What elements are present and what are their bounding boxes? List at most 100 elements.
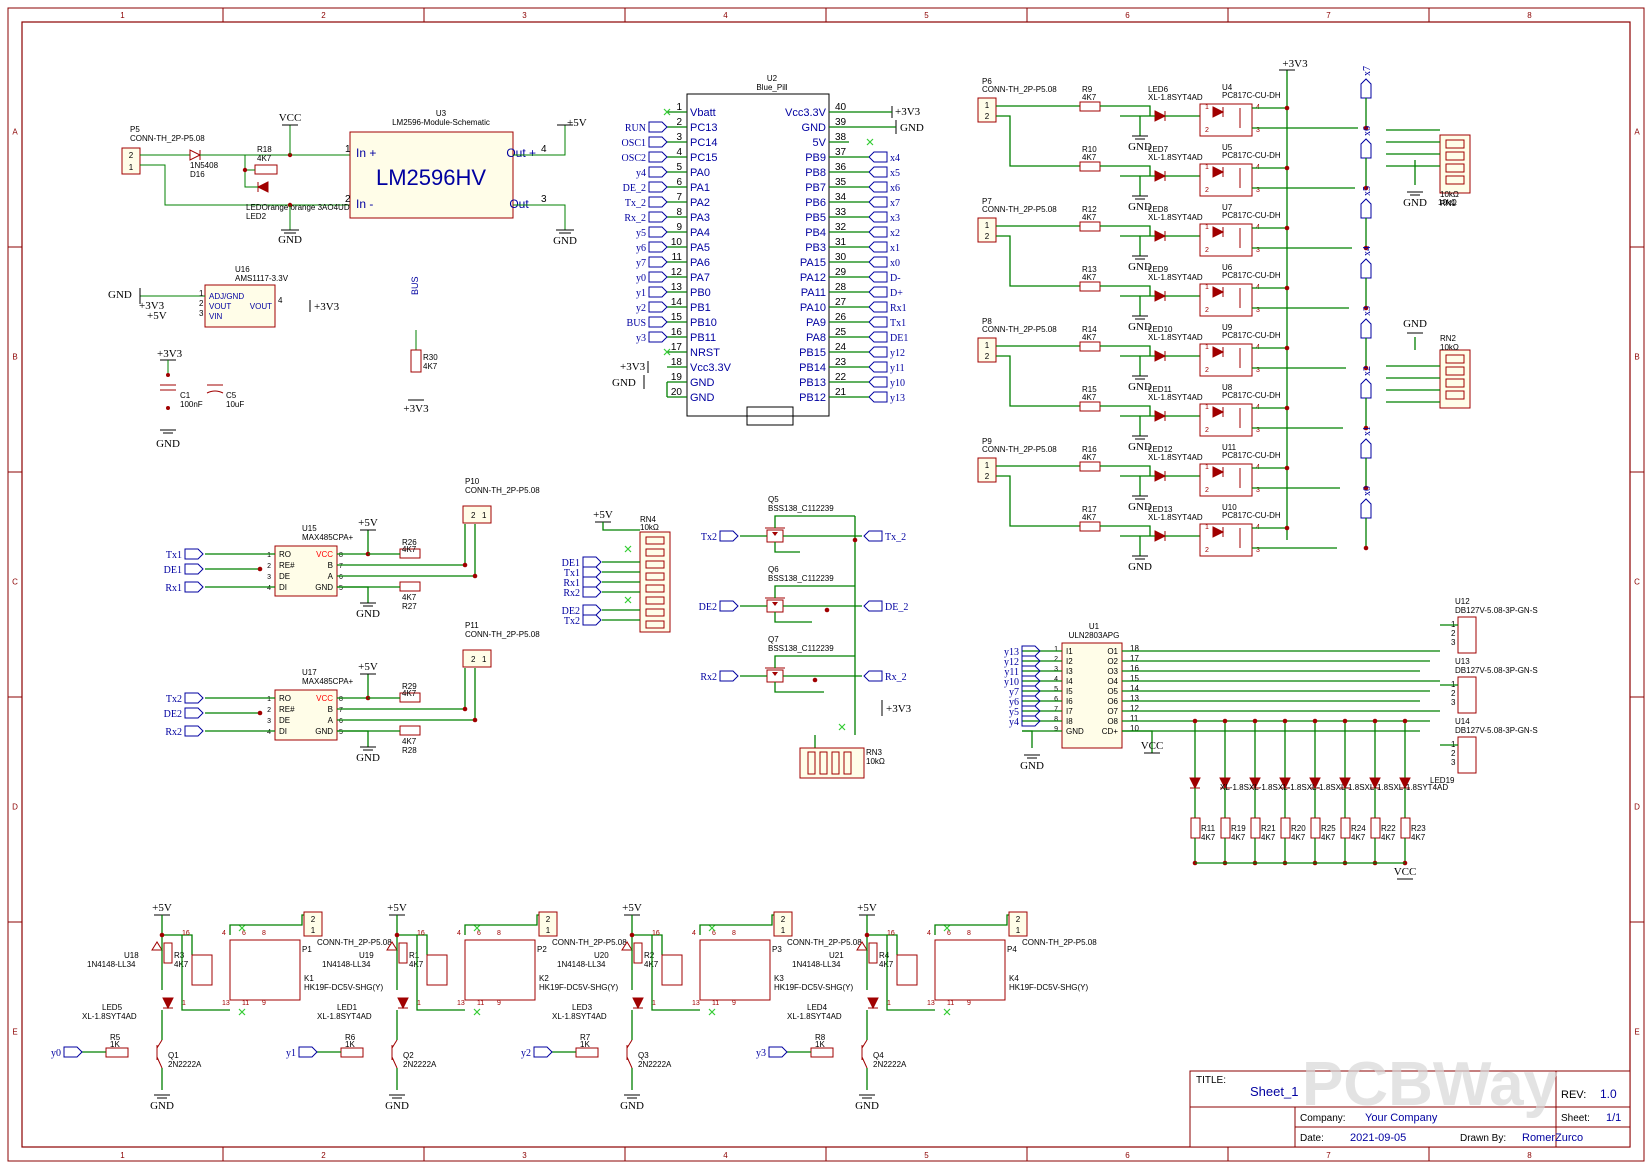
transistor-ref: Q1 [168, 1051, 179, 1060]
resistor-body [1190, 817, 1201, 839]
wire [1100, 285, 1151, 296]
rn4-net-Rx2: Rx2 [563, 588, 580, 599]
shifter-net-b: Tx_2 [885, 532, 906, 543]
opto-pin: 1 [1205, 284, 1209, 291]
frame-col-label: 8 [1527, 11, 1532, 20]
relay-conn-name: CONN-TH_2P-P5.08 [1022, 938, 1097, 947]
uln-pin-right: O7 [1107, 707, 1118, 716]
relay-led-name: XL-1.8SYT4AD [82, 1012, 137, 1021]
gnd-rn2: GND [1403, 318, 1427, 330]
gnd-relay: GND [855, 1100, 879, 1112]
out-res-ref: R19 [1231, 824, 1246, 833]
wire [1022, 730, 1033, 748]
out-res-val: 4K7 [1321, 833, 1336, 842]
relay-pin: 11 [242, 1000, 249, 1007]
bp-net-y3: y3 [636, 333, 646, 344]
junction-dot [462, 706, 468, 712]
max485-pin-num: 5 [339, 729, 343, 736]
bp-pin-left-3: PC14 [690, 137, 718, 149]
relay-driver-K4: +5VU211N4148-LL34R44K7LED4XL-1.8SYT4AD86… [756, 902, 1097, 1112]
terminal-pin: 2 [1451, 629, 1456, 638]
u16-p2: 2 [199, 299, 204, 308]
max485-pin-num: 4 [267, 729, 271, 736]
frame-col-label: 3 [522, 1151, 527, 1160]
bp-gnd-net: GND [900, 122, 924, 134]
junction-dot [257, 566, 263, 572]
frame-col-label: 2 [321, 11, 326, 20]
net-port [768, 1046, 788, 1058]
p5-name: CONN-TH_2P-P5.08 [130, 134, 205, 143]
net-port [648, 256, 668, 268]
bp-pin-num: 16 [671, 327, 683, 338]
max485-pin-num: 2 [267, 707, 271, 714]
connector-pin: 1 [985, 461, 990, 470]
bp-net-y4: y4 [636, 168, 646, 179]
u3-ref: U3 [436, 109, 447, 118]
input-x-net: x3 [1362, 306, 1373, 316]
resistor-body [1250, 817, 1261, 839]
led-symbol [1212, 526, 1225, 538]
max485-pin-left: DE [279, 716, 290, 725]
relay-led-ref: LED5 [102, 1003, 123, 1012]
led-symbol [1154, 530, 1167, 542]
net-port [648, 316, 668, 328]
in-minus: In - [356, 197, 373, 211]
u2-name: Blue_Pill [756, 83, 787, 92]
max485-pin-left: RE# [279, 705, 295, 714]
c1-val: 100nF [180, 400, 203, 409]
bp-pin-right-35: PB7 [805, 182, 826, 194]
net-port [648, 181, 668, 193]
led-symbol [1154, 110, 1167, 122]
rs485-conn-name: CONN-TH_2P-P5.08 [465, 630, 540, 639]
bp-pin-num: 35 [835, 177, 847, 188]
mosfet-name: BSS138_C112239 [768, 574, 834, 583]
resistor-body [1079, 521, 1101, 532]
bp-pin-left-10: PA5 [690, 242, 710, 254]
frame-col-label: 1 [120, 1151, 125, 1160]
wire [1100, 405, 1151, 416]
input-conn-name: CONN-TH_2P-P5.08 [982, 445, 1057, 454]
bp-pin-right-25: PA8 [806, 332, 826, 344]
rs485-conn-ref: P11 [465, 621, 479, 630]
net-port [298, 1046, 318, 1058]
relay-conn-name: CONN-TH_2P-P5.08 [317, 938, 392, 947]
junction-dot [1342, 718, 1348, 724]
frame-col-label: 5 [924, 1151, 929, 1160]
base-res-val: 1K [815, 1040, 825, 1049]
rs485-res-val: 4K7 [402, 593, 417, 602]
terminal-name: DB127V-5.08-3P-GN-S [1455, 606, 1538, 615]
resistor-body [1370, 817, 1381, 839]
input-res-val: 4K7 [1082, 153, 1097, 162]
relay-pin: 6 [712, 930, 716, 937]
rs485-net: Rx1 [165, 583, 182, 594]
max485-pin-num: 3 [267, 574, 271, 581]
bp-pin-num: 40 [835, 102, 847, 113]
vcc-net-1: VCC [279, 112, 302, 124]
terminal-pin: 3 [1451, 758, 1456, 767]
relay-diode-ref: U21 [829, 951, 844, 960]
wire [1100, 225, 1151, 236]
watermark: PCBWay [1302, 1050, 1559, 1119]
max485-pin-num: 2 [267, 563, 271, 570]
transistor-ref: Q4 [873, 1051, 884, 1060]
bp-pin-num: 17 [671, 342, 683, 353]
relay-contacts [699, 939, 771, 1001]
bp-pin-num: 30 [835, 252, 847, 263]
bp-pin-num: 36 [835, 162, 847, 173]
relay-res-ref: R3 [174, 951, 185, 960]
net-port [719, 600, 739, 612]
sheet-label: Sheet: [1561, 1113, 1590, 1124]
bp-pin-left-7: PA2 [690, 197, 710, 209]
bp-pin-num: 18 [671, 357, 683, 368]
net-port [648, 226, 668, 238]
p5-pin2: 2 [129, 151, 134, 160]
blue-pill-board: U2 Blue_Pill Vbatt 1 PC13 2 RUN PC14 3 OSC1 PC15… [612, 74, 924, 426]
decoupling-capacitors: +3V3 C1 100nF C5 10uF GND [156, 348, 244, 450]
bp-pin-num: 21 [835, 387, 847, 398]
relay-pin: 4 [457, 930, 461, 937]
bp-power-net: +3V3 [620, 361, 646, 373]
relay-pin: 11 [947, 1000, 954, 1007]
bp-pin-left-12: PA7 [690, 272, 710, 284]
net-port [868, 286, 888, 298]
rn2-ref: RN2 [1440, 334, 1457, 343]
